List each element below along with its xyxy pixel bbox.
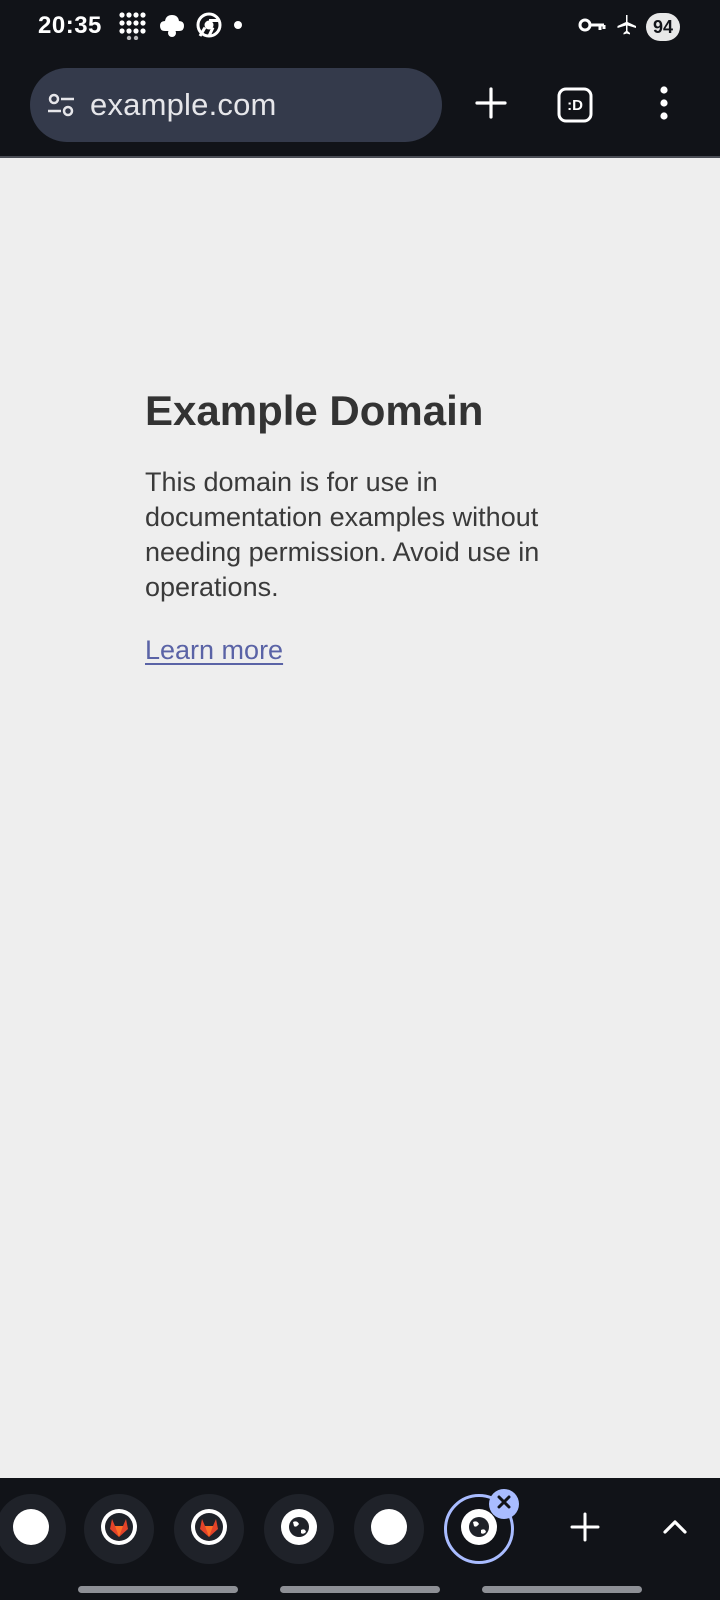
- notification-dot-icon: [232, 18, 244, 36]
- toolbar-divider: [0, 156, 720, 158]
- close-icon: [496, 1494, 512, 1515]
- battery-level: 94: [645, 13, 680, 41]
- new-tab-icon: [570, 1512, 600, 1547]
- tab-switcher-icon: :D: [557, 87, 593, 123]
- gitlab-favicon: [100, 1508, 138, 1551]
- address-bar[interactable]: example.com: [30, 68, 442, 142]
- chrome-icon: [196, 12, 222, 43]
- browser-toolbar: example.com :D: [0, 56, 720, 158]
- tab-item[interactable]: [174, 1494, 244, 1564]
- new-tab-button[interactable]: [462, 76, 520, 134]
- blank-favicon: [12, 1508, 50, 1551]
- overflow-menu-button[interactable]: [644, 76, 684, 134]
- tab-strip: [0, 1478, 720, 1600]
- page-content: Example Domain This domain is for use in…: [145, 385, 565, 666]
- expand-tab-strip-button[interactable]: [646, 1500, 704, 1558]
- gitlab-favicon: [190, 1508, 228, 1551]
- cloud-gear-icon: [158, 11, 186, 44]
- chevron-up-icon: [661, 1517, 689, 1542]
- nav-handle: [78, 1586, 238, 1593]
- url-text[interactable]: example.com: [90, 87, 277, 123]
- tab-item-selected[interactable]: [444, 1489, 519, 1564]
- new-tab-icon: [474, 86, 508, 125]
- page-title: Example Domain: [145, 387, 484, 434]
- status-bar: 20:35 94: [0, 0, 720, 56]
- tab-switcher-label: :D: [567, 96, 583, 114]
- site-settings-icon[interactable]: [46, 90, 76, 120]
- airplane-mode-icon: [614, 13, 638, 42]
- nav-handle: [482, 1586, 642, 1593]
- tab-item[interactable]: [354, 1494, 424, 1564]
- tab-item[interactable]: [0, 1494, 66, 1564]
- strip-new-tab-button[interactable]: [556, 1500, 614, 1558]
- nav-handle: [280, 1586, 440, 1593]
- overflow-menu-icon: [658, 85, 670, 126]
- vpn-key-icon: [578, 15, 606, 40]
- tab-item[interactable]: [84, 1494, 154, 1564]
- globe-favicon: [280, 1508, 318, 1551]
- status-time: 20:35: [38, 12, 102, 39]
- grid-dots-icon: [118, 10, 148, 45]
- learn-more-link[interactable]: Learn more: [145, 635, 283, 666]
- page-body: This domain is for use in documentation …: [145, 467, 540, 602]
- close-tab-button[interactable]: [489, 1489, 519, 1519]
- status-right-icons: 94: [578, 12, 680, 42]
- status-left-icons: [118, 10, 244, 45]
- blank-favicon: [370, 1508, 408, 1551]
- tab-item[interactable]: [264, 1494, 334, 1564]
- tab-switcher-button[interactable]: :D: [546, 76, 604, 134]
